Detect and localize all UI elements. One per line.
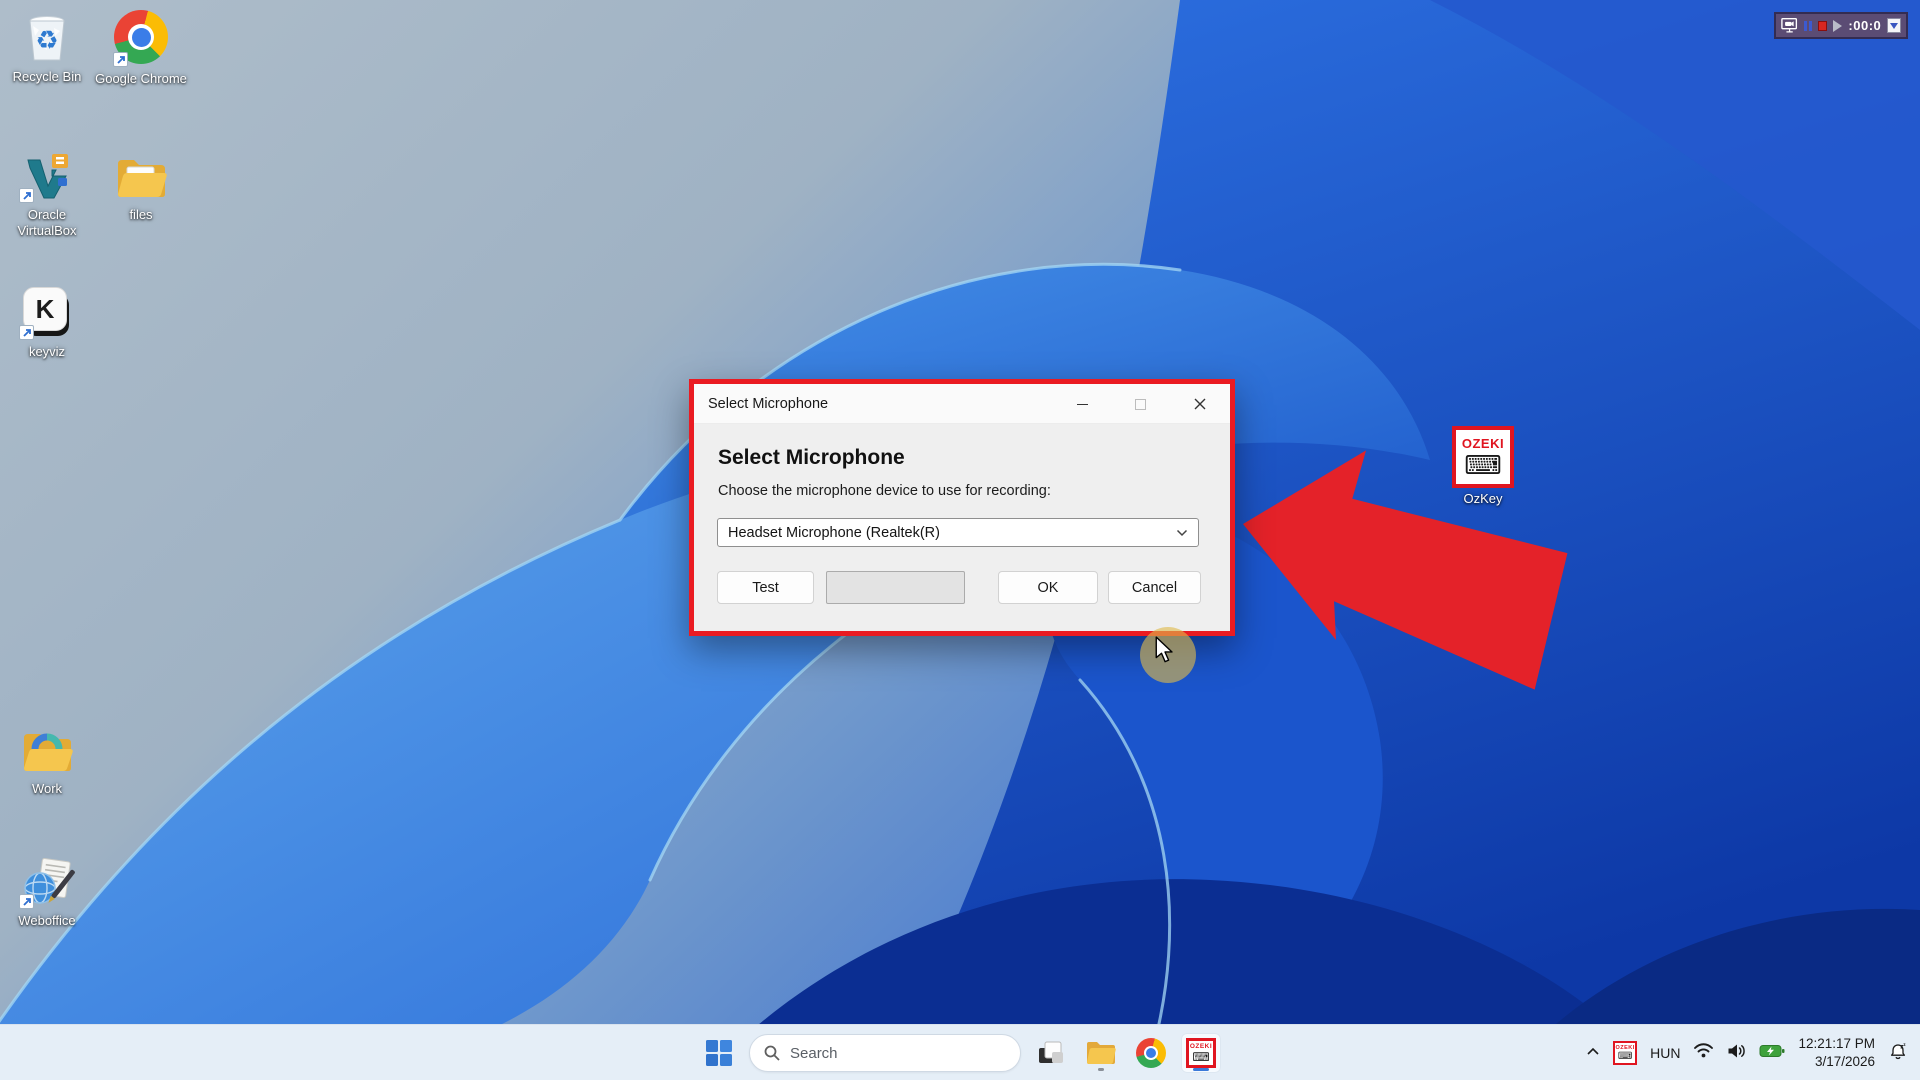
shortcut-arrow-icon <box>19 325 34 340</box>
taskbar-item-task-view[interactable] <box>1031 1033 1071 1073</box>
keyboard-icon: ⌨ <box>1192 1050 1210 1064</box>
file-explorer-icon <box>1087 1042 1116 1064</box>
desktop-icon-label: Recycle Bin <box>12 69 82 84</box>
clock-date: 3/17/2026 <box>1814 1054 1875 1069</box>
shortcut-arrow-icon <box>19 894 34 909</box>
microphone-dropdown-value: Headset Microphone (Realtek(R) <box>728 524 940 541</box>
play-icon[interactable] <box>1833 19 1843 32</box>
weboffice-icon <box>18 852 76 910</box>
minimize-button[interactable] <box>1064 384 1100 424</box>
dialog-description: Choose the microphone device to use for … <box>718 483 1051 499</box>
desktop-icon-label: Work <box>31 781 63 796</box>
dropdown-arrow-icon <box>1890 22 1899 29</box>
virtualbox-icon <box>18 146 76 204</box>
language-indicator[interactable]: HUN <box>1650 1045 1680 1061</box>
search-box[interactable]: Search <box>749 1034 1021 1072</box>
wifi-icon <box>1694 1043 1714 1058</box>
desktop-icon-keyviz[interactable]: K keyviz <box>1 283 93 360</box>
tray-clock[interactable]: 12:21:17 PM 3/17/2026 <box>1798 1035 1875 1070</box>
clock-time: 12:21:17 PM <box>1798 1036 1875 1052</box>
shortcut-arrow-icon <box>19 188 34 203</box>
running-indicator <box>1098 1068 1104 1071</box>
tray-item-battery[interactable] <box>1759 1044 1785 1063</box>
mouse-cursor-icon <box>1155 636 1173 663</box>
speaker-icon <box>1728 1044 1746 1057</box>
desktop-icon-label: keyviz <box>28 344 66 359</box>
desktop-icon-oracle-virtualbox[interactable]: Oracle VirtualBox <box>1 146 93 238</box>
ozeki-tray-icon: OZEKI ⌨ <box>1613 1041 1638 1065</box>
dialog-titlebar[interactable]: Select Microphone <box>694 384 1230 424</box>
screen-record-icon[interactable] <box>1781 17 1798 34</box>
recorder-dropdown[interactable] <box>1887 18 1902 33</box>
desktop-icon-google-chrome[interactable]: Google Chrome <box>95 8 187 87</box>
taskbar-item-ozkey[interactable]: OZEKI ⌨ <box>1181 1033 1221 1073</box>
dialog-heading: Select Microphone <box>718 446 905 469</box>
keyviz-icon: K <box>18 283 76 341</box>
ozeki-logo-text: OZEKI <box>1461 436 1505 451</box>
desktop: :00:0 ♻ Recycle Bin Google Chrome Oracle… <box>0 0 1920 1080</box>
chevron-down-icon <box>1176 529 1188 536</box>
pause-icon[interactable] <box>1804 20 1813 31</box>
screen-recorder-toolbar: :00:0 <box>1774 12 1908 39</box>
tray-item-wifi[interactable] <box>1693 1042 1714 1064</box>
tray-chevron-up[interactable] <box>1586 1044 1600 1062</box>
level-meter <box>826 571 965 604</box>
ozeki-app-icon: OZEKI ⌨ <box>1452 426 1514 488</box>
chrome-icon <box>112 10 170 68</box>
ozeki-app-icon: OZEKI ⌨ <box>1186 1038 1216 1068</box>
chevron-up-icon <box>1587 1047 1599 1055</box>
desktop-icon-files[interactable]: files <box>95 146 187 223</box>
active-indicator <box>1193 1068 1209 1071</box>
svg-text:♻: ♻ <box>35 25 58 55</box>
bell-dnd-icon: z z <box>1890 1042 1906 1059</box>
recorder-timer: :00:0 <box>1848 18 1882 33</box>
desktop-icon-weboffice[interactable]: Weboffice <box>1 852 93 929</box>
close-button[interactable] <box>1182 384 1218 424</box>
desktop-icon-work[interactable]: Work <box>1 720 93 797</box>
microphone-dropdown[interactable]: Headset Microphone (Realtek(R) <box>717 518 1199 547</box>
test-button[interactable]: Test <box>717 571 814 604</box>
keyboard-icon: ⌨ <box>1617 1050 1633 1062</box>
svg-text:z: z <box>1903 1042 1906 1047</box>
desktop-icon-recycle-bin[interactable]: ♻ Recycle Bin <box>1 8 93 85</box>
tray-item-ozeki[interactable]: OZEKI ⌨ <box>1613 1041 1638 1065</box>
battery-charging-icon <box>1759 1044 1785 1057</box>
tray-item-volume[interactable] <box>1727 1043 1746 1064</box>
ok-button[interactable]: OK <box>998 571 1098 604</box>
search-placeholder: Search <box>790 1044 838 1062</box>
files-folder-icon <box>112 146 170 204</box>
search-icon <box>764 1045 780 1061</box>
desktop-icon-label: files <box>129 207 153 222</box>
windows-logo-icon <box>706 1040 732 1066</box>
keyboard-icon: ⌨ <box>1464 450 1502 480</box>
maximize-button <box>1122 384 1158 424</box>
cancel-button[interactable]: Cancel <box>1108 571 1201 604</box>
work-folder-icon <box>18 720 76 778</box>
dialog-window-title: Select Microphone <box>708 395 829 412</box>
recycle-bin-icon: ♻ <box>18 8 76 66</box>
desktop-icon-label: Weboffice <box>18 913 76 928</box>
stop-icon[interactable] <box>1818 20 1828 31</box>
taskbar-item-chrome[interactable] <box>1131 1033 1171 1073</box>
close-icon <box>1194 398 1206 410</box>
start-button[interactable] <box>699 1033 739 1073</box>
desktop-icon-label: OzKey <box>1463 491 1503 506</box>
desktop-icon-ozkey[interactable]: OZEKI ⌨ OzKey <box>1437 426 1529 507</box>
desktop-icon-label: Oracle VirtualBox <box>17 207 77 238</box>
select-microphone-dialog: Select Microphone Select Microphone Choo… <box>689 379 1235 636</box>
shortcut-arrow-icon <box>113 52 128 67</box>
tray-item-notifications[interactable]: z z <box>1888 1041 1908 1066</box>
task-view-icon <box>1039 1041 1063 1063</box>
taskbar-item-file-explorer[interactable] <box>1081 1033 1121 1073</box>
desktop-icon-label: Google Chrome <box>95 71 187 86</box>
taskbar: Search OZEKI ⌨ OZEKI ⌨ HUN 12:21:17 PM 3… <box>0 1024 1920 1080</box>
chrome-icon <box>1136 1038 1166 1068</box>
